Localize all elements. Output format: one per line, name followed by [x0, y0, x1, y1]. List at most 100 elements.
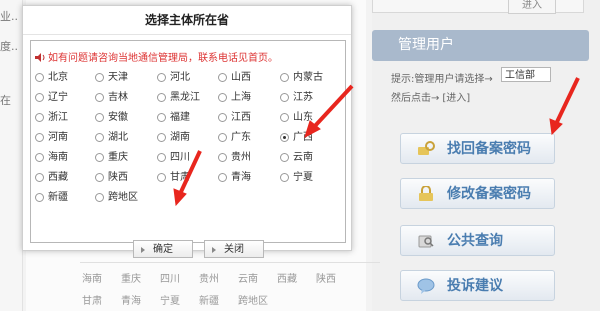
bg-province[interactable]: 新疆	[199, 292, 238, 307]
province-option[interactable]: 西藏	[35, 169, 97, 187]
province-option[interactable]: 河北	[157, 69, 219, 87]
top-enter-button[interactable]: 进入	[508, 0, 556, 14]
province-radio[interactable]	[218, 113, 227, 122]
province-radio[interactable]	[35, 153, 44, 162]
bg-province[interactable]: 西藏	[277, 270, 316, 285]
province-radio[interactable]	[280, 153, 289, 162]
province-label: 山东	[293, 112, 313, 123]
province-option[interactable]: 江西	[218, 109, 280, 127]
province-option[interactable]: 广东	[218, 129, 280, 147]
bg-province[interactable]: 云南	[238, 270, 277, 285]
province-radio[interactable]	[157, 93, 166, 102]
province-radio[interactable]	[218, 153, 227, 162]
province-label: 宁夏	[293, 172, 313, 183]
province-option[interactable]: 甘肃	[157, 169, 219, 187]
province-label: 江西	[231, 112, 251, 123]
province-radio[interactable]	[35, 73, 44, 82]
manage-hint: 提示:管理用户请选择→	[391, 74, 493, 85]
province-option[interactable]: 广西	[280, 129, 342, 147]
province-option[interactable]: 山西	[218, 69, 280, 87]
province-label: 甘肃	[170, 172, 190, 183]
province-radio[interactable]	[95, 113, 104, 122]
province-option[interactable]: 四川	[157, 149, 219, 167]
province-option[interactable]: 江苏	[280, 89, 342, 107]
province-radio[interactable]	[218, 93, 227, 102]
modify-password-label: 修改备案密码	[447, 186, 531, 202]
province-radio[interactable]	[280, 173, 289, 182]
province-option[interactable]: 宁夏	[280, 169, 342, 187]
close-button[interactable]: 关闭	[204, 240, 264, 258]
province-radio[interactable]	[35, 193, 44, 202]
province-label: 上海	[231, 92, 251, 103]
province-radio[interactable]	[280, 73, 289, 82]
province-radio[interactable]	[157, 173, 166, 182]
public-query-button[interactable]: 公共查询	[400, 225, 555, 256]
province-option[interactable]: 天津	[95, 69, 157, 87]
province-option[interactable]: 跨地区	[95, 189, 157, 207]
province-radio[interactable]	[35, 173, 44, 182]
province-label: 西藏	[48, 172, 68, 183]
province-radio[interactable]	[95, 153, 104, 162]
province-option[interactable]: 福建	[157, 109, 219, 127]
province-label: 贵州	[231, 152, 251, 163]
province-option[interactable]: 上海	[218, 89, 280, 107]
bg-province[interactable]: 跨地区	[238, 292, 277, 307]
province-option[interactable]: 海南	[35, 149, 97, 167]
province-option[interactable]: 内蒙古	[280, 69, 342, 87]
bg-province[interactable]: 贵州	[199, 270, 238, 285]
department-select[interactable]: 工信部	[501, 67, 551, 82]
background-province-row: 甘肃 青海 宁夏 新疆 跨地区	[82, 292, 277, 307]
province-option[interactable]: 湖南	[157, 129, 219, 147]
province-option[interactable]: 吉林	[95, 89, 157, 107]
province-radio[interactable]	[280, 93, 289, 102]
province-option[interactable]: 山东	[280, 109, 342, 127]
province-option[interactable]: 浙江	[35, 109, 97, 127]
province-radio[interactable]	[35, 93, 44, 102]
hint-enter-link[interactable]: 进入	[446, 93, 466, 104]
bg-province[interactable]: 宁夏	[160, 292, 199, 307]
province-option[interactable]: 重庆	[95, 149, 157, 167]
province-option[interactable]: 安徽	[95, 109, 157, 127]
province-option[interactable]: 云南	[280, 149, 342, 167]
province-radio[interactable]	[95, 73, 104, 82]
province-radio[interactable]	[218, 173, 227, 182]
province-radio[interactable]	[280, 133, 289, 142]
province-radio[interactable]	[95, 133, 104, 142]
province-radio[interactable]	[280, 113, 289, 122]
bg-province[interactable]: 海南	[82, 270, 121, 285]
province-option[interactable]: 黑龙江	[157, 89, 219, 107]
province-label: 吉林	[108, 92, 128, 103]
province-radio[interactable]	[95, 93, 104, 102]
province-option[interactable]: 湖北	[95, 129, 157, 147]
modify-password-button[interactable]: 修改备案密码	[400, 178, 555, 209]
province-option[interactable]: 新疆	[35, 189, 97, 207]
province-radio[interactable]	[95, 173, 104, 182]
province-radio[interactable]	[157, 113, 166, 122]
recover-password-button[interactable]: 找回备案密码	[400, 133, 555, 164]
confirm-button[interactable]: 确定	[133, 240, 193, 258]
province-radio[interactable]	[157, 73, 166, 82]
province-option[interactable]: 辽宁	[35, 89, 97, 107]
province-radio[interactable]	[35, 113, 44, 122]
bg-province[interactable]: 四川	[160, 270, 199, 285]
recover-password-label: 找回备案密码	[447, 141, 531, 157]
province-label: 天津	[108, 72, 128, 83]
bg-province[interactable]: 重庆	[121, 270, 160, 285]
bg-province[interactable]: 甘肃	[82, 292, 121, 307]
province-option[interactable]: 北京	[35, 69, 97, 87]
province-option[interactable]: 青海	[218, 169, 280, 187]
province-radio[interactable]	[218, 73, 227, 82]
close-label: 关闭	[224, 244, 244, 255]
province-option[interactable]: 陕西	[95, 169, 157, 187]
province-option[interactable]: 贵州	[218, 149, 280, 167]
province-option[interactable]: 河南	[35, 129, 97, 147]
province-radio[interactable]	[218, 133, 227, 142]
province-radio[interactable]	[157, 153, 166, 162]
province-radio[interactable]	[35, 133, 44, 142]
bg-province[interactable]: 陕西	[316, 270, 355, 285]
confirm-label: 确定	[153, 244, 173, 255]
complaint-button[interactable]: 投诉建议	[400, 270, 555, 301]
province-radio[interactable]	[157, 133, 166, 142]
province-radio[interactable]	[95, 193, 104, 202]
bg-province[interactable]: 青海	[121, 292, 160, 307]
